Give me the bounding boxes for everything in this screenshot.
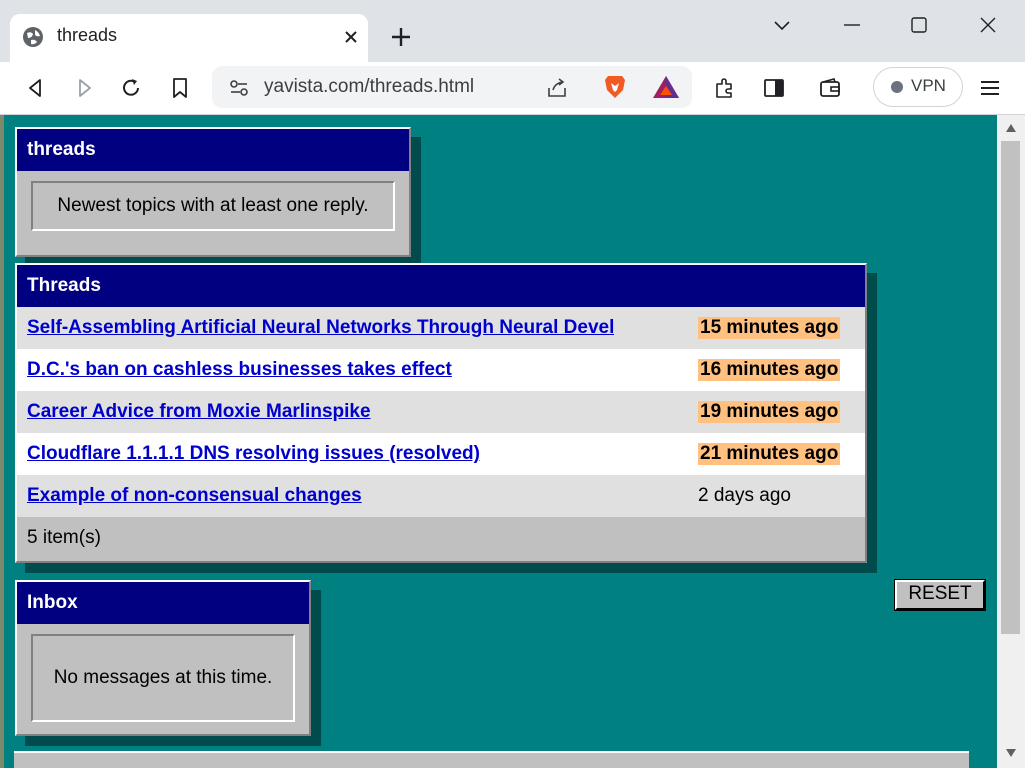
inbox-window-title: Inbox (17, 582, 309, 624)
thread-row: Example of non-consensual changes 2 days… (17, 475, 865, 517)
thread-row: Self-Assembling Artificial Neural Networ… (17, 307, 865, 349)
thread-link[interactable]: Self-Assembling Artificial Neural Networ… (27, 317, 614, 339)
brave-shields-icon[interactable] (603, 74, 627, 100)
minimize-icon[interactable] (841, 14, 863, 36)
header-window-title: threads (17, 129, 409, 171)
new-tab-icon[interactable] (390, 26, 412, 48)
back-icon[interactable] (24, 76, 48, 100)
thread-time: 15 minutes ago (698, 317, 841, 339)
next-window-partial (14, 751, 969, 768)
inbox-message: No messages at this time. (31, 634, 295, 722)
tab-title: threads (57, 25, 118, 45)
scroll-up-arrow-icon[interactable] (1005, 123, 1017, 133)
vpn-status-icon (891, 81, 903, 93)
thread-time: 19 minutes ago (698, 401, 841, 423)
vertical-scrollbar[interactable] (997, 115, 1025, 768)
wallet-icon[interactable] (818, 76, 842, 100)
vpn-label: VPN (911, 76, 946, 95)
thread-count: 5 item(s) (27, 527, 101, 548)
thread-row: D.C.'s ban on cashless businesses takes … (17, 349, 865, 391)
maximize-icon[interactable] (908, 14, 930, 36)
browser-tab[interactable]: threads (10, 14, 368, 62)
share-icon[interactable] (545, 76, 569, 100)
thread-link[interactable]: Career Advice from Moxie Marlinspike (27, 401, 371, 423)
vpn-button[interactable]: VPN (873, 67, 963, 107)
brave-rewards-icon[interactable] (652, 74, 680, 100)
threads-list: Self-Assembling Artificial Neural Networ… (17, 307, 865, 517)
url-text[interactable]: yavista.com/threads.html (264, 76, 474, 98)
thread-link[interactable]: Example of non-consensual changes (27, 485, 362, 507)
page-description: Newest topics with at least one reply. (31, 181, 395, 231)
threads-window-title: Threads (17, 265, 865, 307)
thread-link[interactable]: D.C.'s ban on cashless businesses takes … (27, 359, 452, 381)
thread-row: Career Advice from Moxie Marlinspike 19 … (17, 391, 865, 433)
reload-icon[interactable] (119, 76, 143, 100)
reset-button[interactable]: RESET (894, 579, 986, 611)
scroll-down-arrow-icon[interactable] (1005, 748, 1017, 758)
thread-time: 21 minutes ago (698, 443, 841, 465)
inbox-window: Inbox No messages at this time. (15, 580, 311, 736)
thread-time: 2 days ago (698, 485, 791, 506)
thread-link[interactable]: Cloudflare 1.1.1.1 DNS resolving issues … (27, 443, 480, 465)
forward-icon[interactable] (72, 76, 96, 100)
tab-search-chevron-icon[interactable] (771, 14, 793, 36)
thread-time: 16 minutes ago (698, 359, 841, 381)
scrollbar-thumb[interactable] (1001, 141, 1020, 634)
extensions-icon[interactable] (713, 76, 737, 100)
close-tab-icon[interactable] (342, 28, 360, 46)
menu-icon[interactable] (978, 76, 1002, 100)
browser-toolbar: yavista.com/threads.html VPN (0, 62, 1025, 115)
sidebar-icon[interactable] (762, 76, 786, 100)
left-edge-strip (0, 115, 4, 768)
close-window-icon[interactable] (977, 14, 999, 36)
site-settings-icon[interactable] (228, 77, 250, 99)
globe-icon (23, 27, 43, 47)
tab-strip: threads (0, 0, 1025, 62)
header-window: threads Newest topics with at least one … (15, 127, 411, 257)
threads-window: Threads Self-Assembling Artificial Neura… (15, 263, 867, 563)
bookmark-icon[interactable] (168, 76, 192, 100)
thread-row: Cloudflare 1.1.1.1 DNS resolving issues … (17, 433, 865, 475)
page-viewport: threads Newest topics with at least one … (0, 115, 1025, 768)
